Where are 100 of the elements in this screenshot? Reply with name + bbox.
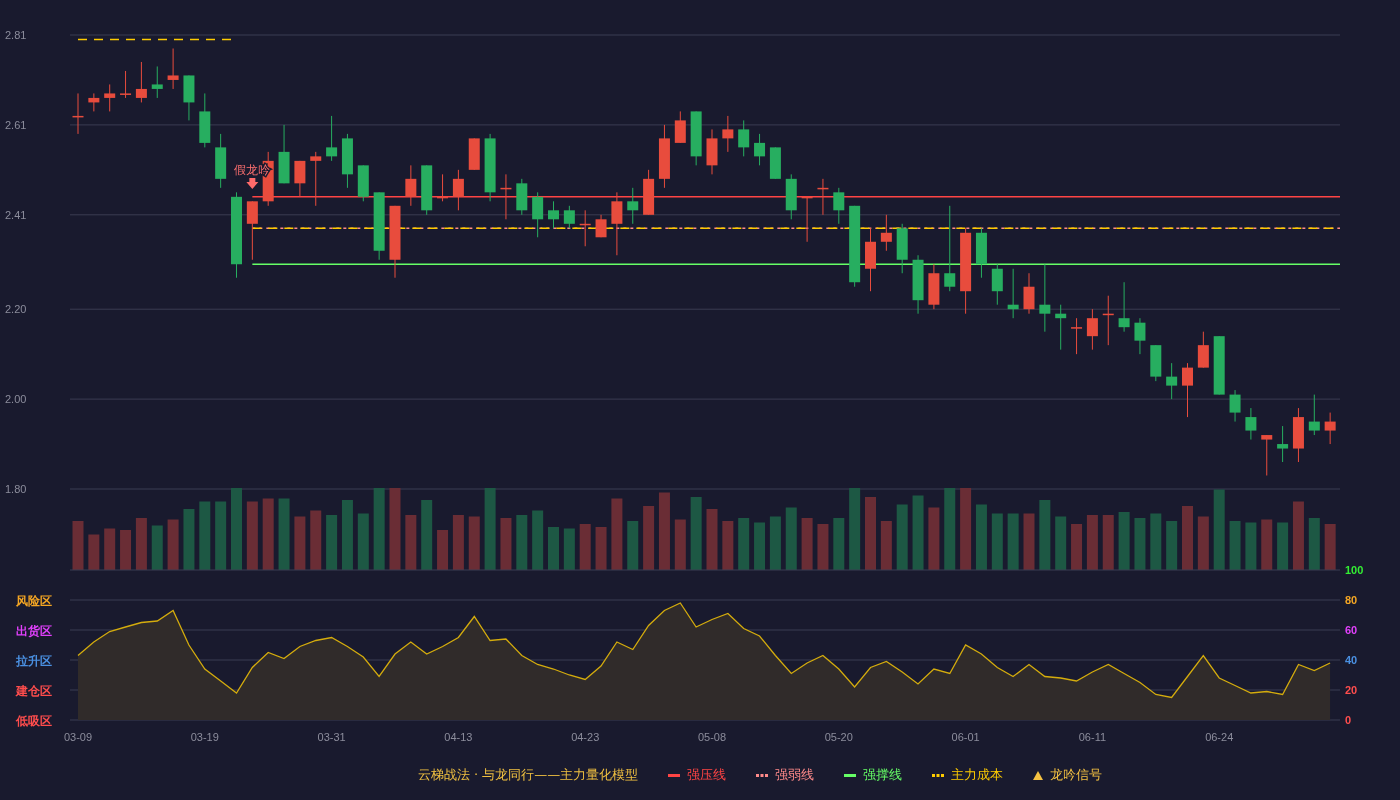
candlestick xyxy=(88,92,100,112)
candlestick xyxy=(817,178,829,216)
candlestick xyxy=(896,223,908,274)
axis-label: 1.80 xyxy=(5,483,27,495)
axis-label: 2.41 xyxy=(5,208,27,221)
down-arrow-icon xyxy=(246,178,259,189)
zone-label: 出货区 xyxy=(16,624,52,638)
candlestick xyxy=(468,137,480,171)
candlestick xyxy=(1182,362,1193,418)
axis-label: 05-08 xyxy=(697,731,727,743)
candlestick xyxy=(72,92,84,135)
zone-label: 拉升区 xyxy=(16,654,52,668)
axis-label: 100 xyxy=(1345,564,1364,576)
axis-label: 0 xyxy=(1345,714,1352,726)
candlestick xyxy=(769,146,781,180)
candlestick xyxy=(1102,295,1114,346)
candlestick xyxy=(801,196,813,243)
candlestick xyxy=(1039,263,1051,333)
legend-label: 强弱线 xyxy=(775,766,815,784)
candlestick xyxy=(833,187,845,225)
candlestick xyxy=(135,61,147,103)
candlestick xyxy=(373,191,385,261)
candlestick xyxy=(1245,407,1257,441)
axis-label: 2.20 xyxy=(5,303,27,316)
candlestick xyxy=(183,74,195,121)
candlestick xyxy=(738,119,750,157)
axis-label: 2.61 xyxy=(5,118,27,131)
candlestick xyxy=(865,227,876,292)
candlestick xyxy=(611,191,623,256)
candlestick xyxy=(484,133,496,202)
axis-label: 60 xyxy=(1345,624,1358,636)
candlestick xyxy=(563,205,575,229)
candlestick xyxy=(405,164,417,207)
candlestick xyxy=(1166,362,1178,400)
candlestick xyxy=(1292,407,1304,463)
candlestick xyxy=(785,173,797,220)
candlestick xyxy=(421,164,433,216)
candlestick xyxy=(1261,434,1273,476)
axis-label: 03-31 xyxy=(317,731,346,743)
candlestick xyxy=(167,48,179,90)
candlestick xyxy=(1324,412,1336,445)
axis-label: 06-11 xyxy=(1078,731,1107,743)
candlestick xyxy=(500,173,512,220)
axis-label: 2.00 xyxy=(5,393,27,406)
candlestick xyxy=(294,160,306,198)
candlestick xyxy=(912,254,924,315)
candlestick xyxy=(1134,317,1146,355)
candlestick xyxy=(532,191,544,238)
candlestick xyxy=(928,263,940,310)
candlestick xyxy=(1150,344,1162,382)
legend-label: 主力成本 xyxy=(951,766,1004,784)
candlestick xyxy=(1213,335,1225,396)
axis-label: 80 xyxy=(1345,594,1358,606)
candlestick xyxy=(991,263,1003,306)
candlestick xyxy=(1023,272,1035,315)
axis-label: 04-13 xyxy=(444,731,473,743)
candlestick xyxy=(690,110,702,166)
candlestick xyxy=(1007,268,1019,319)
candlestick xyxy=(278,124,290,184)
legend-label: 强压线 xyxy=(687,766,727,784)
legend-title: 云梯战法 · 与龙同行——主力量化模型 xyxy=(417,766,639,784)
candlestick xyxy=(722,115,734,153)
candlestick xyxy=(880,214,892,252)
candlestick xyxy=(1229,389,1241,423)
candlestick xyxy=(326,115,338,162)
candlestick xyxy=(595,214,607,238)
candlestick xyxy=(357,164,369,202)
candlestick xyxy=(104,83,116,112)
candlestick xyxy=(658,124,670,189)
candlestick xyxy=(1277,425,1289,463)
axis-label: 04-23 xyxy=(571,731,600,743)
candlestick xyxy=(341,133,353,189)
legend-label: 龙吟信号 xyxy=(1050,766,1103,784)
candlestick xyxy=(452,169,464,211)
candlestick xyxy=(627,187,639,225)
candlestick xyxy=(674,110,686,144)
axis-label: 03-19 xyxy=(190,731,219,743)
axis-label: 05-20 xyxy=(824,731,853,743)
candlestick xyxy=(437,173,449,202)
zone-label: 低吸区 xyxy=(16,714,52,728)
axis-label: 06-01 xyxy=(951,731,980,743)
zone-label: 建仓区 xyxy=(16,684,52,698)
candlestick xyxy=(246,200,258,261)
candlestick xyxy=(548,200,559,229)
candlestick xyxy=(310,151,322,207)
axis-label: 03-09 xyxy=(63,731,93,743)
axis-label: 20 xyxy=(1345,684,1358,696)
candlestick xyxy=(579,209,591,247)
candlestick xyxy=(215,133,227,189)
candlestick xyxy=(1071,317,1083,355)
candlestick xyxy=(1308,394,1320,436)
candlestick xyxy=(1197,331,1209,369)
candlestick xyxy=(754,133,766,166)
candlestick xyxy=(120,70,132,99)
candlestick xyxy=(706,128,718,175)
candlestick xyxy=(151,65,163,99)
axis-label: 2.81 xyxy=(5,29,27,41)
candlestick xyxy=(1055,304,1067,351)
candlestick xyxy=(516,178,528,216)
zone-label: 风险区 xyxy=(16,594,52,608)
